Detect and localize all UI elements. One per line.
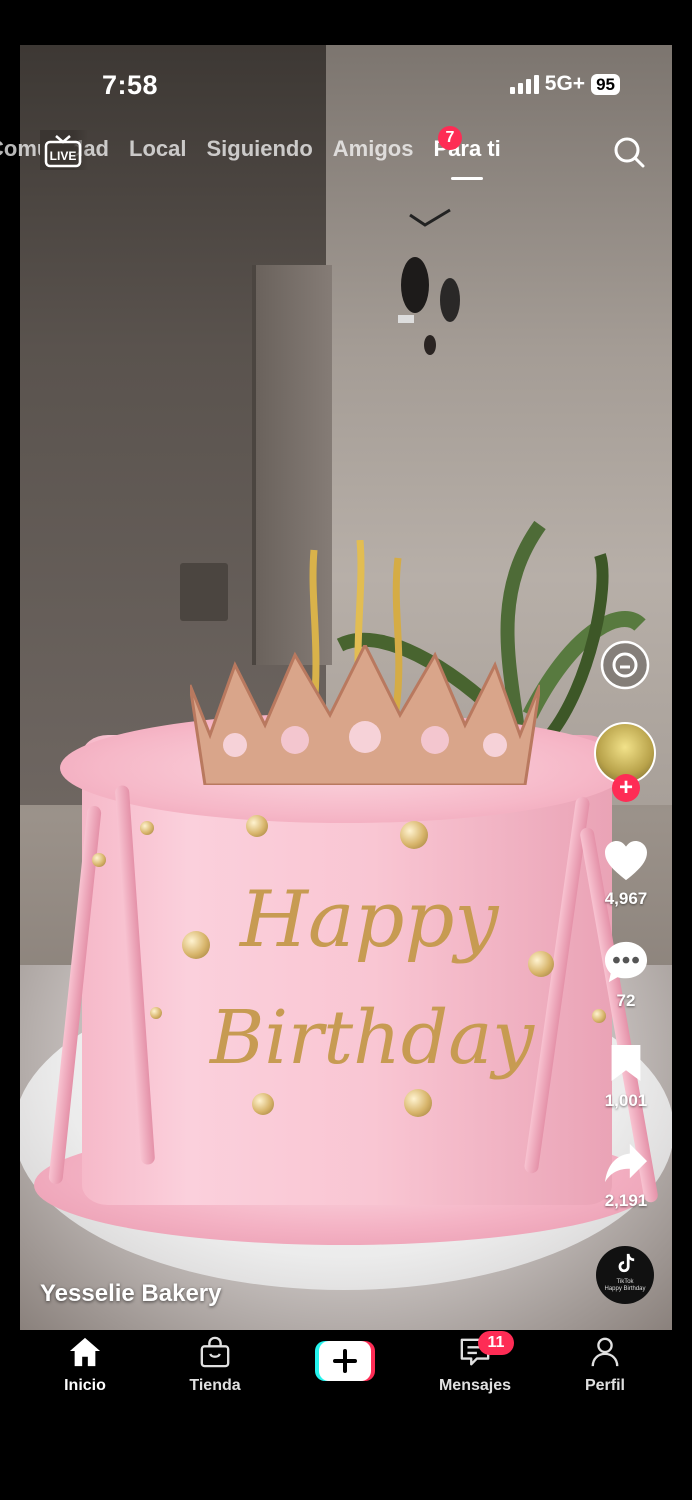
share-count: 2,191 <box>604 1191 648 1210</box>
creator-name[interactable]: Yesselie Bakery <box>40 1280 222 1308</box>
pearl <box>400 821 428 849</box>
tab-amigos[interactable]: Amigos <box>333 136 414 162</box>
save-count: 1,001 <box>604 1091 648 1110</box>
tab-siguiendo[interactable]: Siguiendo <box>206 136 312 162</box>
bottom-navigation: Inicio Tienda Mensajes Perfil <box>20 1330 672 1410</box>
home-icon <box>69 1337 101 1367</box>
top-feed-tabs: LIVE Comunidad Local Siguiendo Amigos Pa… <box>0 130 654 190</box>
follow-button[interactable]: + <box>612 774 640 802</box>
battery-icon: 95 <box>591 73 620 95</box>
signal-icon <box>509 74 539 94</box>
nav-label: Perfil <box>584 1377 625 1394</box>
live-icon[interactable]: LIVE <box>44 134 82 168</box>
heart-icon <box>605 840 647 881</box>
nav-label: Tienda <box>189 1377 241 1394</box>
create-button[interactable] <box>315 1341 375 1381</box>
svg-text:LIVE: LIVE <box>50 149 77 163</box>
crown <box>190 645 540 785</box>
amigos-badge: 7 <box>438 126 462 150</box>
save-action[interactable]: 1,001 <box>596 1042 656 1111</box>
share-action[interactable]: 2,191 <box>596 1142 656 1211</box>
sound-brand: TikTok <box>616 1279 634 1285</box>
nav-perfil[interactable]: Perfil <box>550 1336 660 1395</box>
video-player[interactable]: Happy Birthday <box>20 45 672 1330</box>
pearl <box>528 951 554 977</box>
status-time: 7:58 <box>102 70 159 100</box>
sound-title: Happy Birthday <box>604 1286 646 1292</box>
like-action[interactable]: 4,967 <box>596 840 656 909</box>
like-count: 4,967 <box>604 889 648 908</box>
sound-disc[interactable]: TikTok Happy Birthday <box>596 1246 654 1304</box>
nav-tienda[interactable]: Tienda <box>160 1336 270 1395</box>
tab-local[interactable]: Local <box>129 136 186 162</box>
search-icon[interactable] <box>612 135 646 169</box>
light-switch <box>180 563 228 621</box>
tiktok-logo-icon <box>618 1253 635 1273</box>
share-icon <box>605 1143 647 1183</box>
comment-action[interactable]: 72 <box>596 940 656 1011</box>
nav-label: Inicio <box>64 1377 106 1394</box>
pearl <box>140 821 154 835</box>
topper-text-line: Birthday <box>210 995 535 1081</box>
status-indicators: 5G+ 95 <box>509 72 620 96</box>
messages-badge: 11 <box>478 1331 514 1355</box>
profile-icon <box>591 1337 619 1367</box>
hanging-keys <box>398 208 460 355</box>
nav-label: Mensajes <box>438 1377 512 1394</box>
pearl <box>246 815 268 837</box>
comment-count: 72 <box>616 991 636 1010</box>
comment-icon <box>604 941 648 983</box>
pearl <box>92 853 106 867</box>
bookmark-icon <box>611 1045 641 1081</box>
pearl <box>592 1009 606 1023</box>
ai-assistant-icon[interactable] <box>600 640 650 690</box>
shopping-bag-icon <box>200 1336 230 1368</box>
nav-inicio[interactable]: Inicio <box>30 1336 140 1395</box>
network-type: 5G+ <box>544 72 586 95</box>
topper-text-line: Happy <box>240 875 499 965</box>
happy-birthday-topper: Happy Birthday <box>200 875 534 1145</box>
pearl <box>150 1007 162 1019</box>
